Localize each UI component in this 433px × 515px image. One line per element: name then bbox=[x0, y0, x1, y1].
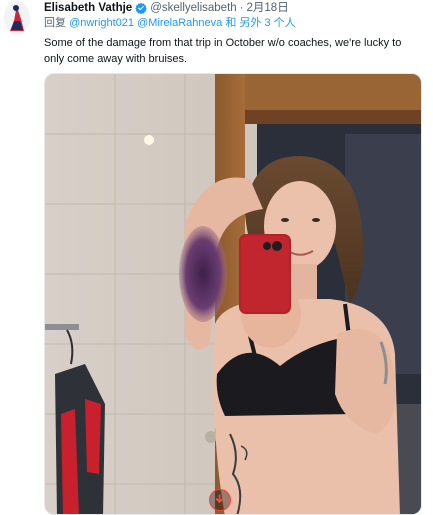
author-handle[interactable]: @skellyelisabeth bbox=[150, 0, 236, 16]
tweet-text-line: only come away with bruises. bbox=[44, 53, 188, 65]
mirror-selfie-photo bbox=[45, 74, 421, 514]
separator-dot: · bbox=[239, 2, 244, 14]
tweet-text: Some of the damage from that trip in Oct… bbox=[44, 35, 414, 67]
reply-context: 回复 @nwright021 @MirelaRahneva 和 另外 3 个人 bbox=[44, 16, 433, 31]
tweet[interactable]: Elisabeth Vathje @skellyelisabeth · 2月18… bbox=[0, 0, 433, 515]
tweet-media-photo[interactable] bbox=[44, 73, 422, 515]
tweet-header: Elisabeth Vathje @skellyelisabeth · 2月18… bbox=[44, 0, 433, 16]
tweet-date[interactable]: 2月18日 bbox=[247, 0, 289, 16]
others-link[interactable]: 另外 3 个人 bbox=[239, 17, 295, 29]
verified-badge-icon bbox=[135, 2, 147, 14]
video-record-icon[interactable] bbox=[209, 489, 231, 511]
avatar[interactable] bbox=[4, 1, 30, 35]
mention-link[interactable]: @MirelaRahneva bbox=[137, 17, 222, 29]
mention-link[interactable]: @nwright021 bbox=[69, 17, 134, 29]
tweet-text-line: Some of the damage from that trip in Oct… bbox=[44, 37, 402, 49]
reply-connector: 和 bbox=[225, 17, 237, 29]
author-display-name[interactable]: Elisabeth Vathje bbox=[44, 0, 132, 16]
reply-prefix: 回复 bbox=[44, 17, 66, 29]
tweet-content: Elisabeth Vathje @skellyelisabeth · 2月18… bbox=[44, 0, 433, 67]
